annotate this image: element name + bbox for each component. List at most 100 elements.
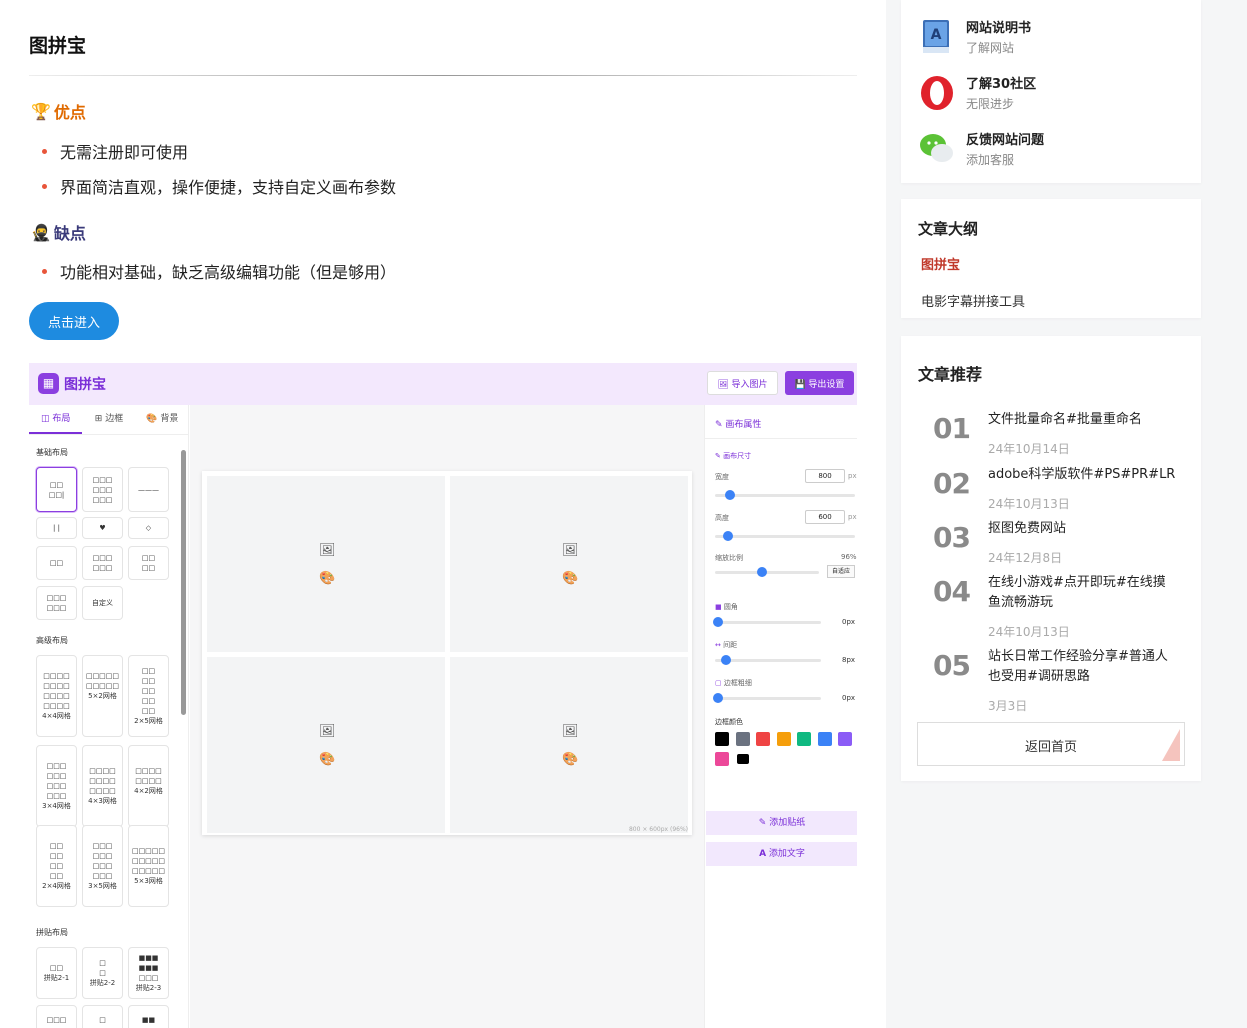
layout-tile[interactable]: □□ □□ □□ □□ □□ 2×5网格 <box>128 655 169 737</box>
add-sticker-button[interactable]: ✎ 添加贴纸 <box>706 811 857 835</box>
color-swatch[interactable] <box>817 732 832 746</box>
import-image-button[interactable]: 🖼 导入图片 <box>707 371 778 395</box>
color-swatch[interactable] <box>715 732 729 746</box>
palette-icon[interactable]: 🎨 <box>319 572 335 586</box>
layout-tile[interactable]: □□□□ □□□□ □□□□ 4×3网格 <box>82 745 123 827</box>
image-icon[interactable]: 🖼 <box>562 725 579 739</box>
layout-tile[interactable]: □□□ □□□ <box>82 546 123 580</box>
canvas-cell[interactable]: 🖼 🎨 <box>450 657 688 833</box>
color-swatch[interactable] <box>735 732 750 746</box>
tab-label: 布局 <box>52 414 71 424</box>
image-icon[interactable]: 🖼 <box>319 544 336 558</box>
radius-label-text: 圆角 <box>723 603 738 611</box>
rec-link[interactable]: 站长日常工作经验分享#普通人也受用#调研思路 <box>988 647 1178 687</box>
link-sub: 了解网站 <box>966 41 1015 55</box>
layout-tile[interactable]: | | <box>36 517 77 539</box>
slider-knob[interactable] <box>721 655 731 665</box>
layout-tile[interactable]: □□□ □□□ □□□ <box>82 467 123 512</box>
layout-tile[interactable]: □□□ □□□ □□□ □□□ 3×4网格 <box>36 745 77 827</box>
color-swatch[interactable] <box>776 732 791 746</box>
rec-date: 24年10月14日 <box>988 442 1070 456</box>
rec-link[interactable]: adobe科学版软件#PS#PR#LR <box>988 465 1178 485</box>
palette-icon[interactable]: 🎨 <box>562 572 578 586</box>
slider-knob[interactable] <box>725 490 735 500</box>
layout-tile[interactable]: ■■■ ■■■ □□□ 拼贴2-3 <box>128 947 169 999</box>
back-home-button[interactable]: 返回首页 <box>917 722 1185 766</box>
color-swatch[interactable] <box>797 732 811 746</box>
rec-link[interactable]: 抠图免费网站 <box>988 519 1178 539</box>
save-icon: 💾 <box>794 378 809 389</box>
layout-tile[interactable]: □□□ □□□ □□□ □□□ 3×5网格 <box>82 825 123 907</box>
slider-knob[interactable] <box>713 693 723 703</box>
height-slider[interactable] <box>715 531 855 541</box>
layout-tile[interactable]: □ <box>82 1005 123 1028</box>
layout-tile[interactable]: ■■ <box>128 1005 169 1028</box>
recommend-card: 文章推荐 01 文件批量命名#批量重命名 24年10月14日 02 adobe科… <box>901 336 1201 781</box>
toc-item-active[interactable]: 图拼宝 <box>921 254 960 273</box>
layout-tile[interactable]: □□□□□ □□□□□ □□□□□ 5×3网格 <box>128 825 169 907</box>
link-manual[interactable]: A 网站说明书 了解网站 <box>919 17 1031 56</box>
layout-tile[interactable]: □□ □□ <box>128 546 169 580</box>
scale-value: 96% <box>841 553 857 561</box>
border-icon: ⊞ <box>94 414 106 424</box>
rec-link[interactable]: 文件批量命名#批量重命名 <box>988 410 1178 430</box>
canvas-cell[interactable]: 🖼 🎨 <box>207 476 445 652</box>
image-icon[interactable]: 🖼 <box>319 725 336 739</box>
layout-tile-custom[interactable]: 自定义 <box>82 586 123 620</box>
canvas-cell[interactable]: 🖼 🎨 <box>450 476 688 652</box>
layout-tile[interactable]: □□□ □□□ <box>36 586 77 620</box>
slider-knob[interactable] <box>713 617 723 627</box>
tile-label: 4×4网格 <box>42 712 71 720</box>
layout-tile[interactable]: ◇ <box>128 517 169 539</box>
recommend-title: 文章推荐 <box>918 365 983 384</box>
width-label: 宽度 <box>715 473 729 481</box>
rec-link[interactable]: 在线小游戏#点开即玩#在线摸鱼流畅游玩 <box>988 573 1178 613</box>
layout-tile[interactable]: □□□ <box>36 1005 77 1028</box>
layout-tile[interactable]: □ □ 拼贴2-2 <box>82 947 123 999</box>
scale-slider[interactable] <box>715 567 819 577</box>
canvas-cell[interactable]: 🖼 🎨 <box>207 657 445 833</box>
border-slider[interactable] <box>713 693 821 703</box>
palette-icon[interactable]: 🎨 <box>319 753 335 767</box>
slider-knob[interactable] <box>757 567 767 577</box>
height-input[interactable]: 600 <box>805 510 845 524</box>
tab-background[interactable]: 🎨 背景 <box>136 405 189 434</box>
width-input[interactable]: 800 <box>805 469 845 483</box>
radius-slider[interactable] <box>713 617 821 627</box>
width-slider[interactable] <box>715 490 855 500</box>
layout-tile[interactable]: ——— <box>128 467 169 512</box>
enter-button[interactable]: 点击进入 <box>29 302 119 340</box>
toc-item[interactable]: 电影字幕拼接工具 <box>921 291 1025 310</box>
layout-tile[interactable]: □□□□□ □□□□□ 5×2网格 <box>82 655 123 737</box>
fit-button[interactable]: 自适应 <box>827 565 855 578</box>
layout-tile[interactable]: □□ <box>36 546 77 580</box>
toc-card: 文章大纲 图拼宝 电影字幕拼接工具 <box>901 199 1201 318</box>
layout-tile[interactable]: □□□□ □□□□ □□□□ □□□□ 4×4网格 <box>36 655 77 737</box>
link-title: 网站说明书 <box>966 21 1032 36</box>
arrows-icon: ↔ <box>715 641 724 649</box>
add-text-button[interactable]: A 添加文字 <box>706 842 857 866</box>
export-settings-button[interactable]: 💾 导出设置 <box>785 371 854 395</box>
color-swatch[interactable] <box>838 732 852 746</box>
color-swatch[interactable] <box>715 752 729 766</box>
layout-tile[interactable]: ♥ <box>82 517 123 539</box>
wechat-icon <box>919 131 955 167</box>
link-feedback[interactable]: 反馈网站问题 添加客服 <box>919 129 1044 168</box>
layout-tile[interactable]: □□ □□| <box>36 467 77 512</box>
link-community[interactable]: 了解30社区 无限进步 <box>919 73 1036 112</box>
tab-border[interactable]: ⊞ 边框 <box>82 405 135 434</box>
color-swatch[interactable] <box>756 732 770 746</box>
layout-tile[interactable]: □□□□ □□□□ 4×2网格 <box>128 745 169 827</box>
image-icon[interactable]: 🖼 <box>562 544 579 558</box>
slider-knob[interactable] <box>723 531 733 541</box>
color-swatch[interactable] <box>737 754 749 764</box>
tab-layout[interactable]: ◫ 布局 <box>29 405 83 434</box>
scrollbar[interactable] <box>181 450 186 715</box>
layout-tile[interactable]: □□ 拼贴2-1 <box>36 947 77 999</box>
layout-tile[interactable]: □□ □□ □□ □□ 2×4网格 <box>36 825 77 907</box>
gap-value: 8px <box>842 656 856 664</box>
export-label: 导出设置 <box>808 378 845 389</box>
palette-icon[interactable]: 🎨 <box>562 753 578 767</box>
gap-slider[interactable] <box>715 655 821 665</box>
panel-tabs: ◫ 布局 ⊞ 边框 🎨 背景 <box>29 405 189 435</box>
